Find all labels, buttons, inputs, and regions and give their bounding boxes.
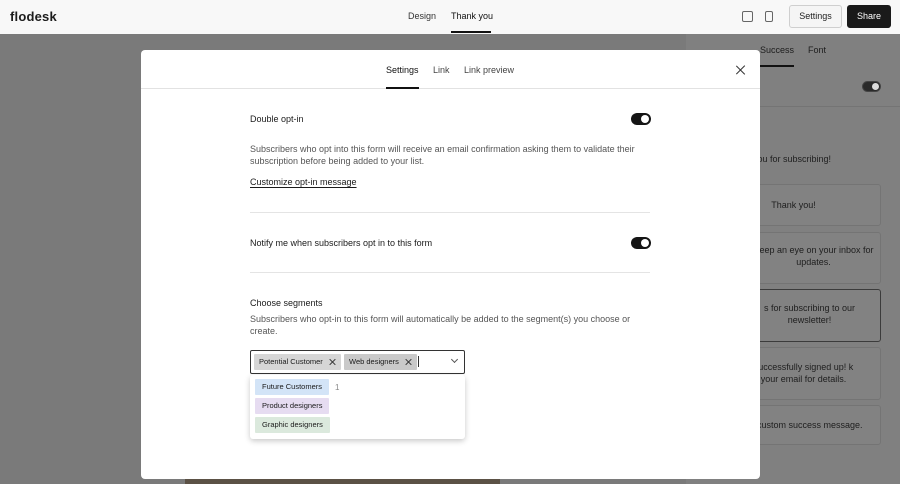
form-settings-modal: Settings Link Link preview Double opt-in… xyxy=(141,50,760,479)
chevron-down-icon[interactable] xyxy=(450,355,459,364)
notify-toggle[interactable] xyxy=(631,237,651,249)
remove-chip-icon[interactable] xyxy=(329,358,337,366)
text-cursor xyxy=(418,356,419,367)
panel-tab-indicator xyxy=(760,65,794,67)
tab-design[interactable]: Design xyxy=(408,11,436,21)
modal-tab-link[interactable]: Link xyxy=(433,65,450,75)
panel-tab-font[interactable]: Font xyxy=(808,45,826,55)
modal-tab-bar: Settings Link Link preview xyxy=(141,50,760,89)
double-optin-title: Double opt-in xyxy=(250,114,304,124)
segment-chip: Web designers xyxy=(344,354,417,370)
segment-chip: Potential Customer xyxy=(254,354,341,370)
section-divider xyxy=(250,212,650,213)
desktop-preview-icon[interactable] xyxy=(742,11,753,22)
close-icon[interactable] xyxy=(735,64,747,76)
section-divider xyxy=(250,272,650,273)
mobile-preview-icon[interactable] xyxy=(765,11,773,22)
segments-multiselect[interactable]: Potential Customer Web designers xyxy=(250,350,465,374)
redirect-url-toggle[interactable] xyxy=(862,81,881,92)
segment-chip-label: Web designers xyxy=(349,357,399,366)
segments-title: Choose segments xyxy=(250,298,323,308)
settings-button[interactable]: Settings xyxy=(789,5,842,28)
remove-chip-icon[interactable] xyxy=(405,358,413,366)
segment-chip-label: Potential Customer xyxy=(259,357,323,366)
notify-title: Notify me when subscribers opt in to thi… xyxy=(250,238,433,248)
segments-dropdown: Future Customers 1 Product designers Gra… xyxy=(250,375,465,439)
typed-search-value: 1 xyxy=(335,383,340,392)
customize-optin-message-link[interactable]: Customize opt-in message xyxy=(250,177,357,187)
segment-option[interactable]: Future Customers xyxy=(255,379,330,395)
modal-tab-settings[interactable]: Settings xyxy=(386,65,419,75)
tab-thank-you[interactable]: Thank you xyxy=(451,11,493,21)
modal-active-tab-indicator xyxy=(386,87,419,89)
segments-description: Subscribers who opt-in to this form will… xyxy=(250,314,631,336)
double-optin-toggle[interactable] xyxy=(631,113,651,125)
share-button[interactable]: Share xyxy=(847,5,891,28)
active-tab-indicator xyxy=(451,31,491,33)
modal-tab-link-preview[interactable]: Link preview xyxy=(464,65,514,75)
panel-tab-success[interactable]: Success xyxy=(760,45,794,55)
double-optin-description: Subscribers who opt into this form will … xyxy=(250,144,635,166)
logo: flodesk xyxy=(10,9,57,24)
top-bar: flodesk Design Thank you Settings Share xyxy=(0,0,900,34)
segment-option[interactable]: Graphic designers xyxy=(255,417,330,433)
segment-option[interactable]: Product designers xyxy=(255,398,330,414)
